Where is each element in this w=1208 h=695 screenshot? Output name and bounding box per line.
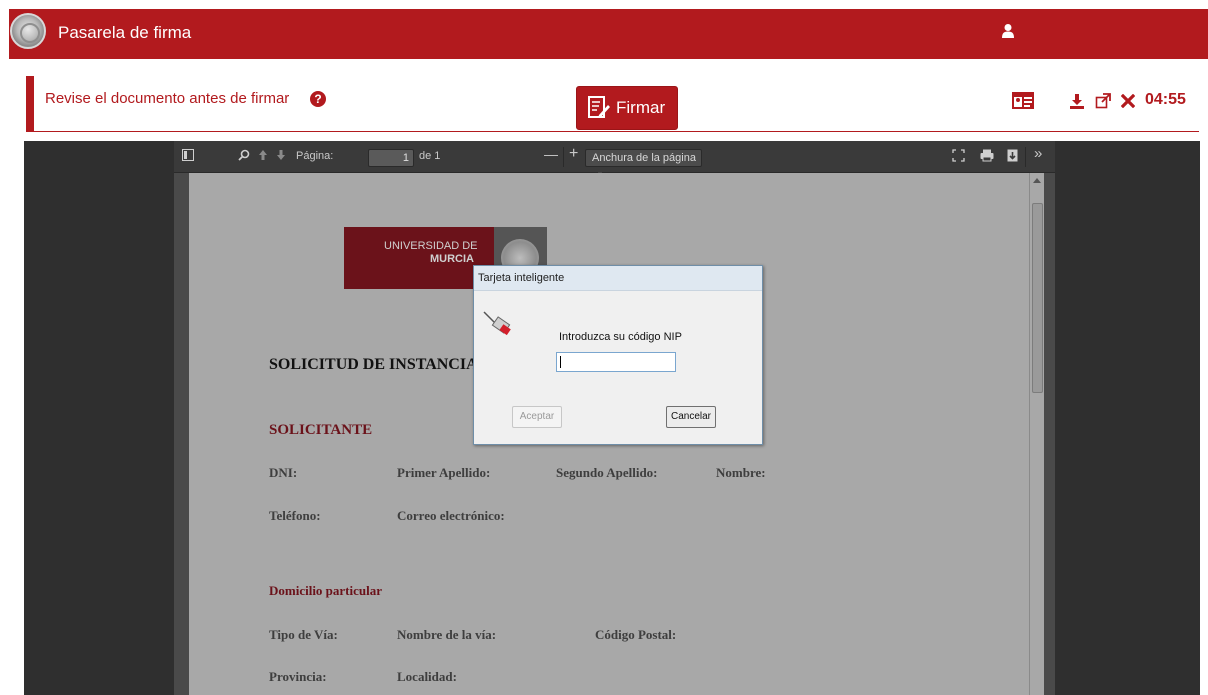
previous-page-icon[interactable] xyxy=(258,149,268,161)
field-localidad: Localidad: xyxy=(397,669,457,684)
sidebar-toggle-icon[interactable] xyxy=(182,149,194,162)
section-domicilio: Domicilio particular xyxy=(269,583,383,598)
field-codigo-postal: Código Postal: xyxy=(595,627,677,642)
save-pdf-icon[interactable] xyxy=(1007,149,1018,162)
page-total: de 1 xyxy=(419,150,441,162)
session-timer: 04:55 xyxy=(1145,91,1186,108)
scroll-up-arrow-icon[interactable] xyxy=(1033,178,1041,183)
pdf-toolbar: Página: 1 de 1 — + Anchura de la página … xyxy=(174,141,1055,179)
page-number-input[interactable]: 1 xyxy=(368,149,414,167)
field-segundo-apellido: Segundo Apellido: xyxy=(556,465,658,480)
scroll-thumb[interactable] xyxy=(1032,203,1043,393)
accept-button[interactable]: Aceptar xyxy=(512,406,562,428)
certificate-card-icon[interactable] xyxy=(1011,89,1035,115)
field-tipo-via: Tipo de Vía: xyxy=(269,627,338,642)
app-title: Pasarela de firma xyxy=(58,23,192,42)
close-icon[interactable] xyxy=(1121,94,1135,108)
dialog-title: Tarjeta inteligente xyxy=(474,266,762,291)
page-label: Página: xyxy=(296,150,334,162)
toolbar-separator xyxy=(563,147,564,167)
header-actions: 04:55 xyxy=(1011,89,1208,117)
more-tools-button[interactable]: » xyxy=(1034,145,1042,162)
sign-document-icon xyxy=(588,96,610,118)
sign-button[interactable]: Firmar xyxy=(576,86,678,130)
viewer-right-margin xyxy=(1055,141,1200,695)
pdf-scrollbar[interactable] xyxy=(1029,173,1044,695)
next-page-icon[interactable] xyxy=(276,149,286,161)
zoom-out-button[interactable]: — xyxy=(544,146,558,162)
text-caret xyxy=(560,356,561,368)
field-nombre: Nombre: xyxy=(716,465,766,480)
field-provincia: Provincia: xyxy=(269,669,327,684)
field-nombre-via: Nombre de la vía: xyxy=(397,627,497,642)
download-icon[interactable] xyxy=(1069,93,1085,109)
zoom-select[interactable]: Anchura de la página ▴▾ xyxy=(585,149,702,179)
field-dni: DNI: xyxy=(269,465,298,480)
print-icon[interactable] xyxy=(980,149,994,162)
toolbar-separator xyxy=(1025,147,1026,167)
fullscreen-icon[interactable] xyxy=(952,149,965,162)
review-instruction: Revise el documento antes de firmar xyxy=(45,90,290,107)
sign-button-label: Firmar xyxy=(616,98,666,117)
smart-card-reader-icon xyxy=(483,311,511,336)
user-icon[interactable] xyxy=(1001,23,1015,39)
pin-input[interactable] xyxy=(556,352,676,372)
university-seal-logo xyxy=(10,13,46,49)
smart-card-dialog: Tarjeta inteligente Introduzca su código… xyxy=(473,265,763,445)
review-header: Revise el documento antes de firmar ? Fi… xyxy=(26,76,1199,132)
university-name-line2: MURCIA xyxy=(430,253,474,265)
document-title: SOLICITUD DE INSTANCIA xyxy=(269,356,478,373)
top-bar: Pasarela de firma xyxy=(9,9,1208,59)
section-solicitante: SOLICITANTE xyxy=(269,422,373,438)
zoom-in-button[interactable]: + xyxy=(569,145,578,163)
help-icon[interactable]: ? xyxy=(310,91,326,107)
pin-prompt: Introduzca su código NIP xyxy=(559,331,682,343)
cancel-button[interactable]: Cancelar xyxy=(666,406,716,428)
field-primer-apellido: Primer Apellido: xyxy=(397,465,491,480)
field-correo: Correo electrónico: xyxy=(397,508,505,523)
zoom-select-value: Anchura de la página xyxy=(592,152,696,164)
external-link-icon[interactable] xyxy=(1095,93,1111,109)
university-name-line1: UNIVERSIDAD DE xyxy=(384,240,478,252)
search-icon[interactable] xyxy=(238,149,250,162)
field-telefono: Teléfono: xyxy=(269,508,321,523)
